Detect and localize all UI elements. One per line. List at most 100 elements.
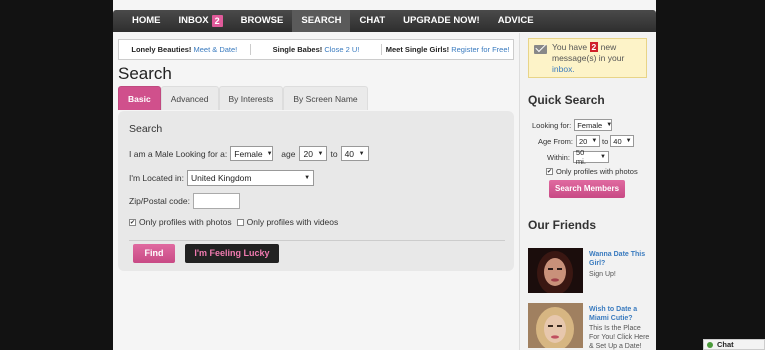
friend-ad[interactable]: Wanna Date This Girl? Sign Up! [528, 248, 653, 296]
quick-search-title: Quick Search [528, 93, 605, 107]
panel-divider [129, 240, 505, 241]
chevron-down-icon: ▼ [606, 122, 613, 128]
friend-desc: This Is the Place For You! Click Here & … [589, 325, 650, 350]
promo-heading: Single Babes! [272, 45, 323, 54]
friends-title: Our Friends [528, 218, 597, 232]
age-from-value: 20 [303, 148, 313, 159]
qs-age-label: Age From: [538, 136, 574, 146]
friend-desc: Sign Up! [589, 271, 616, 278]
nav-chat[interactable]: CHAT [350, 10, 394, 32]
chevron-down-icon: ▼ [358, 150, 365, 157]
chat-icon [707, 341, 713, 348]
gender-select[interactable]: Female ▼ [230, 146, 274, 161]
nav-chat-label: CHAT [359, 15, 386, 26]
promo-bar: Lonely Beauties! Meet & Date! Single Bab… [118, 39, 514, 60]
friend-ad[interactable]: Wish to Date a Miami Cutie? This Is the … [528, 303, 653, 350]
location-label: I'm Located in: [129, 173, 185, 183]
zip-input[interactable] [192, 193, 240, 209]
chevron-down-icon: ▼ [317, 150, 324, 157]
nav-home[interactable]: HOME [123, 10, 170, 32]
tab-basic[interactable]: Basic [118, 86, 161, 110]
chevron-down-icon: ▼ [599, 154, 606, 160]
age-from-select[interactable]: 20 ▼ [299, 146, 328, 161]
page-title: Search [118, 64, 172, 83]
friend-title[interactable]: Wanna Date This Girl? [589, 250, 651, 268]
message-count-badge: 2 [589, 42, 599, 52]
feeling-lucky-button[interactable]: I'm Feeling Lucky [185, 244, 279, 263]
gender-value: Female [234, 148, 263, 159]
qs-within-label: Within: [547, 152, 570, 162]
promo-heading: Lonely Beauties! [131, 45, 192, 54]
videos-checkbox[interactable] [236, 218, 244, 226]
looking-label: I am a Male Looking for a: [129, 148, 228, 159]
nav-browse[interactable]: BROWSE [232, 10, 293, 32]
sidebar: You have 2 new message(s) in your inbox.… [519, 33, 656, 350]
qs-gender-value: Female [577, 120, 603, 130]
age-label: age [281, 148, 296, 159]
friend-title[interactable]: Wish to Date a Miami Cutie? [589, 305, 651, 323]
chat-label: Chat [717, 340, 734, 349]
location-value: United Kingdom [191, 173, 252, 183]
age-to-select[interactable]: 40 ▼ [340, 146, 369, 161]
tab-by-interests[interactable]: By Interests [218, 86, 284, 110]
nav-advice[interactable]: ADVICE [489, 10, 543, 32]
search-members-button[interactable]: Search Members [549, 180, 625, 198]
tab-advanced[interactable]: Advanced [160, 86, 219, 110]
promo-item: Lonely Beauties! Meet & Date! [119, 44, 251, 55]
chevron-down-icon: ▼ [266, 150, 273, 157]
qs-age-from-value: 20 [579, 136, 588, 146]
qs-age-to-select[interactable]: 40 ▼ [610, 135, 635, 147]
qs-looking-label: Looking for: [532, 120, 572, 130]
qs-photos-row: ✔ Only profiles with photos [546, 167, 638, 176]
zip-row: Zip/Postal code: [129, 193, 240, 209]
friend-photo [528, 303, 583, 348]
qs-age-to-value: 40 [613, 136, 622, 146]
friend-photo [528, 248, 583, 293]
photos-label: Only profiles with photos [139, 217, 232, 227]
chat-bar[interactable]: Chat [703, 339, 765, 350]
nav-search-label: SEARCH [301, 15, 342, 26]
filters-row: ✔ Only profiles with photos Only profile… [129, 217, 338, 227]
location-select[interactable]: United Kingdom ▼ [187, 170, 315, 186]
age-to-value: 40 [344, 148, 355, 159]
qs-within-select[interactable]: 50 mi. ▼ [572, 148, 609, 166]
qs-age-row: Age From: 20 ▼ to 40 ▼ [538, 135, 635, 147]
age-to-label: to [330, 148, 338, 159]
page: HOME INBOX 2 BROWSE SEARCH CHAT UPGRADE N… [113, 0, 656, 350]
qs-photos-checkbox[interactable]: ✔ [546, 168, 553, 175]
promo-link[interactable]: Register for Free! [451, 45, 509, 54]
tab-by-screen-name[interactable]: By Screen Name [283, 86, 368, 110]
nav-browse-label: BROWSE [240, 15, 284, 26]
qs-photos-label: Only profiles with photos [556, 167, 638, 176]
chevron-down-icon: ▼ [591, 138, 598, 144]
nav-search[interactable]: SEARCH [292, 10, 351, 32]
nav-inbox[interactable]: INBOX 2 [170, 10, 232, 32]
message-notice: You have 2 new message(s) in your inbox. [528, 38, 647, 78]
nav-upgrade[interactable]: UPGRADE NOW! [394, 10, 489, 32]
search-panel-title: Search [129, 123, 163, 135]
qs-within-row: Within: 50 mi. ▼ [547, 148, 609, 166]
qs-within-value: 50 mi. [575, 148, 586, 166]
search-panel: Search I am a Male Looking for a: Female… [118, 111, 514, 271]
find-button[interactable]: Find [133, 244, 175, 263]
chevron-down-icon: ▼ [304, 175, 311, 181]
promo-link[interactable]: Close 2 U! [324, 45, 359, 54]
nav-inbox-label: INBOX [178, 15, 209, 26]
qs-age-from-select[interactable]: 20 ▼ [576, 135, 601, 147]
nav-upgrade-label: UPGRADE NOW! [403, 15, 480, 26]
envelope-icon [534, 45, 547, 54]
chevron-down-icon: ▼ [625, 138, 632, 144]
qs-gender-select[interactable]: Female ▼ [574, 119, 613, 131]
location-row: I'm Located in: United Kingdom ▼ [129, 170, 315, 186]
promo-link[interactable]: Meet & Date! [194, 45, 238, 54]
top-nav: HOME INBOX 2 BROWSE SEARCH CHAT UPGRADE N… [113, 10, 656, 32]
msg-prefix: You have [552, 42, 588, 52]
looking-row: I am a Male Looking for a: Female ▼ age 2… [129, 146, 369, 161]
photos-checkbox[interactable]: ✔ [129, 218, 136, 226]
inbox-count-badge: 2 [211, 15, 223, 27]
inbox-link[interactable]: inbox. [552, 64, 575, 74]
zip-label: Zip/Postal code: [129, 196, 190, 206]
promo-item: Meet Single Girls! Register for Free! [382, 44, 513, 55]
search-tabs: Basic Advanced By Interests By Screen Na… [118, 86, 368, 110]
promo-heading: Meet Single Girls! [385, 45, 450, 54]
